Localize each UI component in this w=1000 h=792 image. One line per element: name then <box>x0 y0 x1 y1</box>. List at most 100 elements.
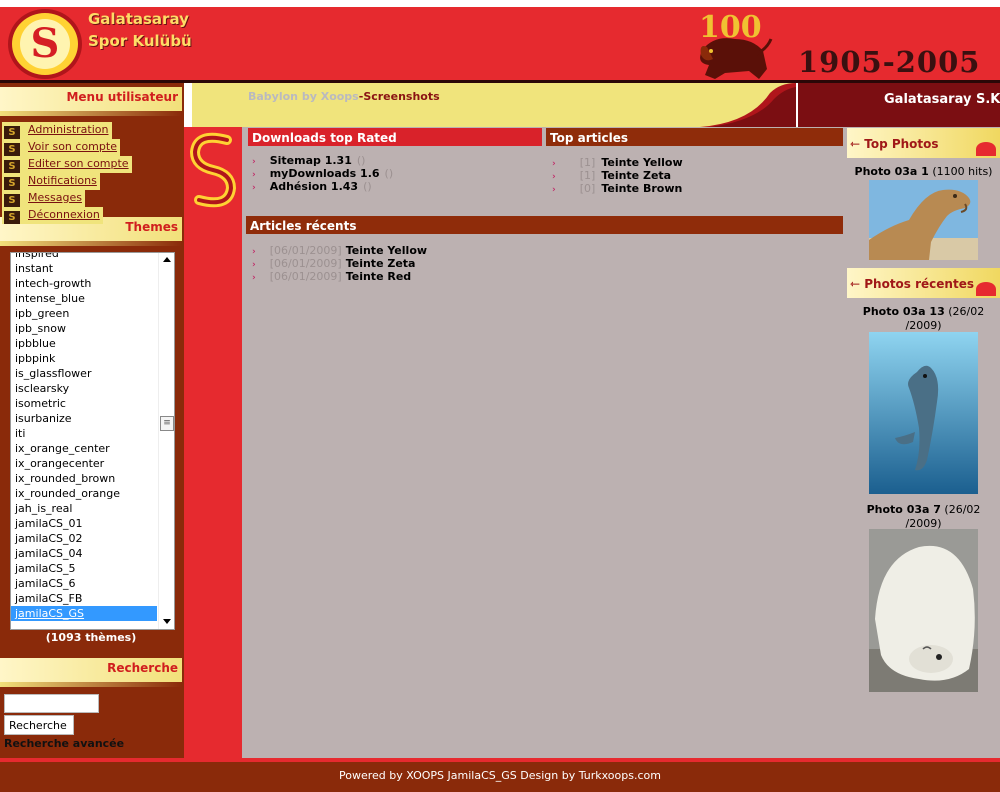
galatasaray-s-icon: S <box>4 194 20 207</box>
bullet-arrow-icon: › <box>252 183 256 193</box>
user-menu-item-label: Déconnexion <box>28 208 100 221</box>
themes-scrollbar[interactable]: ≡ <box>158 253 174 629</box>
recent-article-title[interactable]: Teinte Yellow <box>346 244 427 257</box>
user-menu-item[interactable]: S Messages <box>2 190 85 207</box>
club-emblem-letter: S <box>20 19 70 69</box>
breadcrumb-current-page[interactable]: Screenshots <box>363 90 439 103</box>
navbar-wave-decoration <box>700 83 796 127</box>
user-menu-item[interactable]: S Voir son compte <box>2 139 120 156</box>
recent-article-title[interactable]: Teinte Red <box>346 270 411 283</box>
download-item[interactable]: › Adhésion 1.43 () <box>252 180 372 195</box>
scroll-up-arrow-icon[interactable] <box>163 257 171 262</box>
user-menu-item[interactable]: S Editer son compte <box>2 156 132 173</box>
recent-article-title[interactable]: Teinte Zeta <box>346 257 416 270</box>
search-title: Recherche <box>0 658 182 687</box>
download-name[interactable]: myDownloads 1.6 <box>270 167 380 180</box>
recent-photo-dolphin-image[interactable] <box>869 332 978 494</box>
theme-option[interactable]: jamilaCS_01 <box>11 516 157 531</box>
theme-option[interactable]: isometric <box>11 396 157 411</box>
download-rating: () <box>363 180 372 193</box>
club-logo[interactable]: S <box>8 9 82 79</box>
theme-option[interactable]: intech-growth <box>11 276 157 291</box>
theme-option[interactable]: ix_rounded_orange <box>11 486 157 501</box>
advanced-search-link[interactable]: Recherche avancée <box>4 737 124 750</box>
top-article-title[interactable]: Teinte Brown <box>601 182 682 195</box>
top-photo-name[interactable]: Photo 03a 1 <box>855 165 929 178</box>
recent-articles-title: Articles récents <box>246 216 843 234</box>
recent-article-item[interactable]: › [06/01/2009] Teinte Red <box>252 270 411 285</box>
lion-anniversary-emblem: 100 <box>699 10 773 79</box>
breadcrumb-site-link[interactable]: Babylon by Xoops <box>248 90 359 103</box>
theme-option[interactable]: jamilaCS_FB <box>11 591 157 606</box>
theme-option[interactable]: ipb_green <box>11 306 157 321</box>
top-photo-caption[interactable]: Photo 03a 1 (1100 hits) <box>847 165 1000 179</box>
scroll-thumb[interactable]: ≡ <box>160 416 174 431</box>
theme-option[interactable]: ipb_snow <box>11 321 157 336</box>
top-article-title[interactable]: Teinte Zeta <box>601 169 671 182</box>
themes-count: (1093 thèmes) <box>45 631 137 644</box>
decorative-red-strip <box>184 127 242 758</box>
download-rating: () <box>356 154 366 167</box>
recent-photo-name[interactable]: Photo 03a 7 <box>867 503 941 516</box>
search-button[interactable]: Recherche <box>4 715 74 735</box>
anniversary-years: 1905-2005 <box>798 45 981 79</box>
theme-option[interactable]: jamilaCS_02 <box>11 531 157 546</box>
downloads-top-rated-title: Downloads top Rated <box>248 128 542 146</box>
download-name[interactable]: Adhésion 1.43 <box>270 180 358 193</box>
recent-photo-name[interactable]: Photo 03a 13 <box>863 305 945 318</box>
user-menu-title: Menu utilisateur <box>0 87 182 116</box>
theme-option[interactable]: jamilaCS_GS <box>11 606 157 621</box>
user-menu-item[interactable]: S Déconnexion <box>2 207 103 224</box>
site-header: S Galatasaray Spor Kulübü 100 1905-2005 <box>0 7 1000 80</box>
top-photo-camel-image[interactable] <box>869 180 978 260</box>
theme-option[interactable]: is_glassflower <box>11 366 157 381</box>
user-menu-item-label: Editer son compte <box>28 157 129 170</box>
theme-option[interactable]: intense_blue <box>11 291 157 306</box>
top-article-title[interactable]: Teinte Yellow <box>601 156 682 169</box>
download-name[interactable]: Sitemap 1.31 <box>270 154 352 167</box>
theme-option[interactable]: ipbblue <box>11 336 157 351</box>
recent-photo-date: (26/02 <box>944 503 981 516</box>
bullet-arrow-icon: › <box>552 159 556 169</box>
top-article-item[interactable]: › [0] Teinte Brown <box>552 182 682 197</box>
download-rating: () <box>384 167 394 180</box>
site-name: Galatasaray S.K <box>884 92 1000 107</box>
user-menu-item[interactable]: S Administration <box>2 122 112 139</box>
theme-option[interactable]: isclearsky <box>11 381 157 396</box>
theme-option[interactable]: ipbpink <box>11 351 157 366</box>
bullet-arrow-icon: › <box>252 273 256 283</box>
theme-option[interactable]: iti <box>11 426 157 441</box>
top-article-count: [1] <box>579 156 596 169</box>
bullet-arrow-icon: › <box>252 157 256 167</box>
recent-photos-title: Photos récentes <box>864 277 974 291</box>
theme-option[interactable]: isurbanize <box>11 411 157 426</box>
recent-photo-polar-bear-image[interactable] <box>869 529 978 692</box>
top-photo-hits: (1100 hits) <box>932 165 993 178</box>
theme-option[interactable]: inspired <box>11 253 157 261</box>
theme-option[interactable]: ix_orangecenter <box>11 456 157 471</box>
breadcrumb: Babylon by Xoops-Screenshots <box>248 90 440 103</box>
arrow-left-icon: ⇽ <box>850 137 865 151</box>
bullet-arrow-icon: › <box>552 185 556 195</box>
galatasaray-s-logo-icon <box>189 132 237 208</box>
theme-option[interactable]: jamilaCS_5 <box>11 561 157 576</box>
galatasaray-s-icon: S <box>4 211 20 224</box>
top-photos-block-header: ⇽ Top Photos <box>847 128 1000 158</box>
theme-option[interactable]: jamilaCS_04 <box>11 546 157 561</box>
theme-option[interactable]: ix_rounded_brown <box>11 471 157 486</box>
recent-article-date: [06/01/2009] <box>269 270 342 283</box>
user-menu-list: S Administration S Voir son compte S Editer s… <box>2 122 178 224</box>
search-input[interactable] <box>4 694 99 713</box>
theme-option[interactable]: jamilaCS_6 <box>11 576 157 591</box>
scroll-down-arrow-icon[interactable] <box>163 619 171 624</box>
galatasaray-s-icon: S <box>4 143 20 156</box>
theme-option[interactable]: ix_orange_center <box>11 441 157 456</box>
theme-option[interactable]: jah_is_real <box>11 501 157 516</box>
recent-photos-block-header: ⇽ Photos récentes <box>847 268 1000 298</box>
theme-option[interactable]: instant <box>11 261 157 276</box>
themes-select-list[interactable]: inspired instant intech-growth intense_blue… <box>10 252 175 630</box>
recent-photo-caption[interactable]: Photo 03a 7 (26/02 /2009) <box>847 503 1000 531</box>
user-menu-item-label: Voir son compte <box>28 140 117 153</box>
recent-photo-caption[interactable]: Photo 03a 13 (26/02 /2009) <box>847 305 1000 333</box>
user-menu-item[interactable]: S Notifications <box>2 173 100 190</box>
